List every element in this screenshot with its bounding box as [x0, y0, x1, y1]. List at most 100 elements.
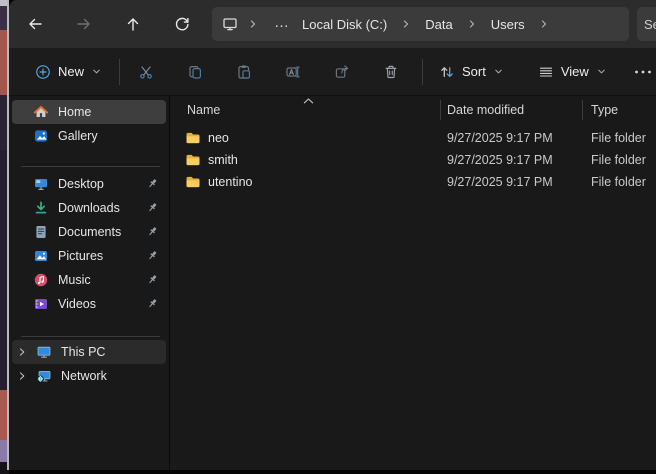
- this-pc-icon: [36, 344, 52, 360]
- downloads-icon: [33, 200, 49, 216]
- folder-icon: [185, 152, 201, 168]
- breadcrumb-chevron-icon[interactable]: [529, 18, 559, 30]
- folder-icon: [185, 130, 201, 146]
- file-list-pane: Name Date modified Type neo: [170, 96, 656, 470]
- view-icon: [538, 64, 554, 80]
- sidebar-item-label: Documents: [58, 225, 121, 239]
- refresh-icon: [174, 16, 190, 32]
- music-icon: [33, 272, 49, 288]
- sort-button[interactable]: Sort: [429, 56, 514, 88]
- up-icon: [125, 16, 141, 32]
- rename-button[interactable]: [271, 56, 315, 88]
- navigation-pane: Home Gallery Desktop Downloads: [9, 96, 170, 470]
- column-header-label: Type: [591, 103, 618, 117]
- rename-icon: [285, 64, 301, 80]
- sidebar-item-network[interactable]: Network: [12, 364, 166, 388]
- folder-icon: [185, 174, 201, 190]
- forward-icon: [76, 16, 92, 32]
- file-type: File folder: [582, 153, 656, 167]
- pin-icon: [146, 297, 159, 310]
- search-text: Sea: [644, 17, 656, 32]
- sidebar-item-gallery[interactable]: Gallery: [12, 124, 166, 148]
- toolbar-divider: [422, 59, 423, 85]
- paste-button[interactable]: [222, 56, 266, 88]
- cut-icon: [138, 64, 154, 80]
- chevron-down-icon: [596, 66, 607, 77]
- expand-chevron-icon[interactable]: [16, 346, 28, 358]
- breadcrumb-chevron-icon[interactable]: [391, 18, 421, 30]
- back-icon: [27, 16, 43, 32]
- breadcrumb-item-data[interactable]: Data: [421, 17, 456, 32]
- file-name: smith: [208, 153, 238, 167]
- copy-button[interactable]: [173, 56, 217, 88]
- breadcrumb-item-users[interactable]: Users: [487, 17, 529, 32]
- address-bar[interactable]: … Local Disk (C:) Data Users: [212, 7, 629, 41]
- back-button[interactable]: [17, 6, 53, 42]
- sidebar-item-music[interactable]: Music: [12, 268, 166, 292]
- chevron-down-icon: [91, 66, 102, 77]
- plus-circle-icon: [35, 64, 51, 80]
- sidebar-item-desktop[interactable]: Desktop: [12, 172, 166, 196]
- file-type: File folder: [582, 131, 656, 145]
- sort-icon: [439, 64, 455, 80]
- pin-icon: [146, 273, 159, 286]
- view-button[interactable]: View: [528, 56, 617, 88]
- search-input[interactable]: Sea: [637, 7, 656, 41]
- window-edge-highlight: [7, 0, 9, 470]
- breadcrumb-chevron-icon[interactable]: [457, 18, 487, 30]
- sidebar-divider: [21, 166, 160, 167]
- copy-icon: [187, 64, 203, 80]
- file-row-utentino[interactable]: utentino 9/27/2025 9:17 PM File folder: [170, 171, 656, 193]
- sidebar-item-label: This PC: [61, 345, 105, 359]
- breadcrumb-overflow-button[interactable]: …: [268, 14, 298, 35]
- pin-icon: [146, 201, 159, 214]
- toolbar-divider: [119, 59, 120, 85]
- breadcrumb-item-drive[interactable]: Local Disk (C:): [298, 17, 391, 32]
- sidebar-item-this-pc[interactable]: This PC: [12, 340, 166, 364]
- videos-icon: [33, 296, 49, 312]
- pin-icon: [146, 249, 159, 262]
- refresh-button[interactable]: [164, 6, 200, 42]
- desktop-icon: [33, 176, 49, 192]
- sort-button-label: Sort: [462, 64, 486, 79]
- sidebar-item-pictures[interactable]: Pictures: [12, 244, 166, 268]
- chevron-down-icon: [493, 66, 504, 77]
- sidebar-item-downloads[interactable]: Downloads: [12, 196, 166, 220]
- sidebar-item-videos[interactable]: Videos: [12, 292, 166, 316]
- sort-ascending-icon: [303, 97, 314, 105]
- file-type: File folder: [582, 175, 656, 189]
- file-date-modified: 9/27/2025 9:17 PM: [440, 153, 582, 167]
- new-button[interactable]: New: [27, 56, 110, 88]
- column-header-date-modified[interactable]: Date modified: [440, 100, 582, 120]
- paste-icon: [236, 64, 252, 80]
- documents-icon: [33, 224, 49, 240]
- delete-button[interactable]: [369, 56, 413, 88]
- sidebar-item-home[interactable]: Home: [12, 100, 166, 124]
- share-button[interactable]: [320, 56, 364, 88]
- sidebar-item-label: Pictures: [58, 249, 103, 263]
- column-header-label: Name: [187, 103, 220, 117]
- pin-icon: [146, 177, 159, 190]
- sidebar-item-label: Home: [58, 105, 91, 119]
- file-name: utentino: [208, 175, 252, 189]
- file-date-modified: 9/27/2025 9:17 PM: [440, 131, 582, 145]
- file-row-neo[interactable]: neo 9/27/2025 9:17 PM File folder: [170, 127, 656, 149]
- file-row-smith[interactable]: smith 9/27/2025 9:17 PM File folder: [170, 149, 656, 171]
- cut-button[interactable]: [124, 56, 168, 88]
- pin-icon: [146, 225, 159, 238]
- see-more-button[interactable]: [631, 56, 656, 88]
- expand-chevron-icon[interactable]: [16, 370, 28, 382]
- ellipsis-icon: [634, 69, 652, 75]
- new-button-label: New: [58, 64, 84, 79]
- sidebar-item-label: Desktop: [58, 177, 104, 191]
- gallery-icon: [33, 128, 49, 144]
- sidebar-item-label: Gallery: [58, 129, 98, 143]
- up-button[interactable]: [115, 6, 151, 42]
- sidebar-item-documents[interactable]: Documents: [12, 220, 166, 244]
- sidebar-item-label: Music: [58, 273, 91, 287]
- column-header-type[interactable]: Type: [582, 100, 656, 120]
- column-header-name[interactable]: Name: [170, 96, 440, 123]
- sidebar-item-label: Videos: [58, 297, 96, 311]
- forward-button[interactable]: [66, 6, 102, 42]
- share-icon: [334, 64, 350, 80]
